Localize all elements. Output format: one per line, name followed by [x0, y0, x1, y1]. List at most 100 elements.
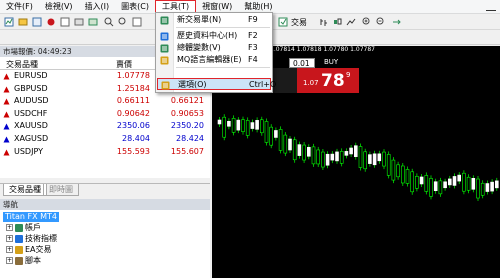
- buy-price-super: 9: [346, 71, 351, 79]
- symbol-icon: [3, 136, 10, 143]
- menu-separator: [176, 27, 270, 28]
- candle-body: [363, 151, 367, 170]
- profiles-icon[interactable]: [18, 17, 28, 27]
- menu-chart[interactable]: 圖表(C): [115, 0, 155, 14]
- symbol-name: GBPUSD: [14, 83, 48, 93]
- global-variables-icon: [160, 44, 169, 53]
- menu-item-options[interactable]: 選項(O) Ctrl+O: [157, 78, 276, 90]
- nav-scripts[interactable]: + 腳本: [6, 256, 41, 266]
- candle-body: [466, 176, 471, 191]
- buy-label: BUY: [324, 58, 339, 66]
- navigator-icon[interactable]: [60, 17, 70, 27]
- bar-chart-icon[interactable]: [318, 17, 328, 27]
- menu-item-shortcut: F2: [248, 31, 258, 40]
- candle-body: [311, 146, 316, 165]
- expand-icon[interactable]: +: [6, 235, 13, 242]
- symbol-name: EURUSD: [14, 71, 48, 80]
- data-window-icon[interactable]: [46, 17, 56, 27]
- market-watch-row[interactable]: AUDUSD 0.66111 0.66121: [0, 95, 210, 108]
- bid-price: 0.90642: [116, 108, 150, 118]
- menu-item-shortcut: F4: [248, 55, 258, 64]
- candle-body: [339, 151, 344, 164]
- new-chart-icon[interactable]: [4, 17, 14, 27]
- column-symbol[interactable]: 交易品種: [6, 59, 38, 70]
- candle-body: [321, 151, 325, 168]
- nav-expert-advisors[interactable]: + EA交易: [6, 245, 52, 255]
- candle-body: [307, 146, 311, 157]
- candle-body: [405, 169, 410, 184]
- autotrading-icon[interactable]: [278, 17, 288, 27]
- ask-price: 28.424: [176, 133, 204, 143]
- candlestick-icon[interactable]: [332, 17, 342, 27]
- candle-body: [264, 121, 269, 143]
- menu-item-new-order[interactable]: 新交易單(N) F9: [157, 14, 271, 26]
- navigator-header: 導航: [0, 199, 210, 210]
- candle-body: [274, 130, 278, 138]
- chart-shift-icon[interactable]: [392, 17, 402, 27]
- candle-body: [330, 153, 335, 161]
- candle-body: [222, 116, 226, 138]
- menu-item-shortcut: F3: [248, 43, 258, 52]
- candle-body: [335, 151, 339, 162]
- candle-body: [358, 146, 363, 168]
- candle-body: [297, 144, 302, 156]
- symbol-name: USDCHF: [14, 108, 48, 118]
- market-watch-icon[interactable]: [32, 17, 42, 27]
- nav-accounts[interactable]: + 帳戶: [6, 223, 41, 233]
- candle-body: [316, 149, 320, 165]
- tab-tick-chart[interactable]: 即時圖: [43, 184, 79, 196]
- line-chart-icon[interactable]: [346, 17, 356, 27]
- buy-button[interactable]: 1.07 78 9: [297, 68, 359, 93]
- tile-windows-icon[interactable]: [132, 17, 142, 27]
- minimize-icon[interactable]: [486, 2, 496, 11]
- nav-indicators[interactable]: + 技術指標: [6, 234, 57, 244]
- ask-price: 0.66121: [170, 96, 204, 106]
- candle-body: [236, 119, 241, 131]
- tab-symbols[interactable]: 交易品種: [3, 184, 47, 196]
- market-watch-row[interactable]: USDJPY 155.593 155.607: [0, 146, 210, 159]
- expand-icon[interactable]: +: [6, 257, 13, 264]
- candle-body: [494, 180, 499, 189]
- menu-item-label: 選項(O): [178, 80, 207, 89]
- bid-price: 1.07778: [116, 71, 150, 80]
- ask-price: 0.90653: [170, 108, 204, 118]
- expand-icon[interactable]: +: [6, 224, 13, 231]
- column-bid[interactable]: 賣價: [116, 59, 132, 70]
- menu-insert[interactable]: 插入(I): [79, 0, 116, 14]
- tester-icon[interactable]: [88, 17, 98, 27]
- menu-item-global-variables[interactable]: 總體變數(V) F3: [157, 42, 271, 54]
- new-order-icon: [160, 16, 169, 25]
- candle-body: [377, 153, 382, 162]
- autotrading-label[interactable]: 交易: [291, 17, 307, 28]
- symbol-icon: [3, 111, 10, 118]
- terminal-icon[interactable]: [74, 17, 84, 27]
- zoom-out-chart-icon[interactable]: [376, 17, 386, 27]
- lot-size-input[interactable]: 0.01: [289, 58, 315, 68]
- candle-body: [344, 151, 349, 156]
- menu-file[interactable]: 文件(F): [0, 0, 39, 14]
- menu-item-history-center[interactable]: 歷史資料中心(H) F2: [157, 30, 271, 42]
- candle-body: [382, 151, 386, 167]
- market-watch-row[interactable]: XAGUSD 28.404 28.424: [0, 133, 210, 146]
- candle-body: [433, 181, 438, 192]
- menu-item-label: 總體變數(V): [177, 43, 221, 52]
- candle-body: [443, 181, 447, 189]
- menu-item-metaeditor[interactable]: MQ語言編輯器(E) F4: [157, 54, 271, 66]
- market-watch-row[interactable]: XAUUSD 2350.06 2350.20: [0, 120, 210, 133]
- candle-body: [485, 183, 490, 192]
- menu-separator: [176, 67, 270, 68]
- menu-view[interactable]: 檢視(V): [39, 0, 79, 14]
- market-watch-row[interactable]: USDCHF 0.90642 0.90653: [0, 108, 210, 121]
- candle-body: [231, 118, 236, 133]
- zoom-out-icon[interactable]: [118, 17, 128, 27]
- ask-price: 155.607: [170, 146, 204, 156]
- candle-body: [419, 176, 424, 185]
- candle-body: [438, 180, 443, 195]
- expand-icon[interactable]: +: [6, 246, 13, 253]
- zoom-in-chart-icon[interactable]: [362, 17, 372, 27]
- nav-root[interactable]: Titan FX MT4: [3, 212, 60, 222]
- zoom-in-icon[interactable]: [104, 17, 114, 27]
- candle-body: [288, 138, 292, 151]
- tools-menu: 新交易單(N) F9 歷史資料中心(H) F2 總體變數(V) F3 MQ語言編輯器(E) F…: [155, 12, 276, 93]
- nav-root-label: Titan FX MT4: [5, 212, 58, 221]
